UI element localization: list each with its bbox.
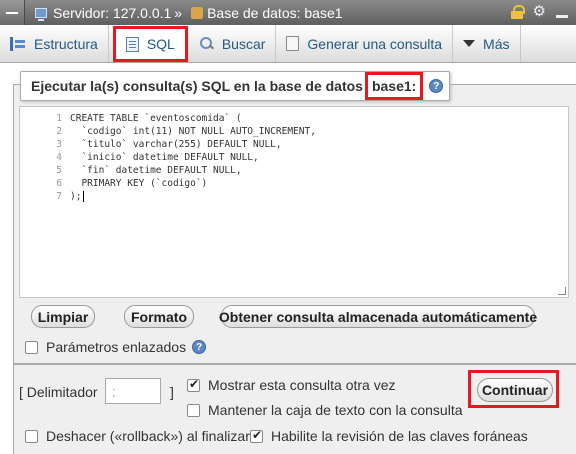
rollback-checkbox[interactable] [25, 429, 38, 443]
help-icon[interactable]: ? [192, 340, 207, 354]
line-code: `codigo` int(11) NOT NULL AUTO_INCREMENT… [70, 126, 316, 137]
rollback-option[interactable]: Deshacer («rollback») al finalizar [25, 428, 250, 444]
query-icon [286, 36, 300, 51]
keep-box-checkbox[interactable] [187, 403, 200, 417]
rollback-label: Deshacer («rollback») al finalizar [46, 428, 250, 444]
bind-parameters-option[interactable]: Parámetros enlazados ? [25, 339, 207, 355]
sql-editor[interactable]: 1 CREATE TABLE `eventoscomida` ( 2 `codigo… [19, 106, 569, 298]
search-icon [199, 36, 214, 51]
text-cursor [83, 191, 84, 202]
foreign-keys-option[interactable]: Habilite la revisión de las claves forán… [250, 428, 528, 444]
chevron-down-icon [463, 40, 476, 47]
legend-database-name: base1: [364, 72, 424, 100]
tab-more-label: Más [483, 35, 510, 52]
tab-sql[interactable]: SQL [112, 26, 188, 62]
lock-icon[interactable] [510, 4, 525, 19]
show-query-option[interactable]: Mostrar esta consulta otra vez [187, 377, 396, 393]
breadcrumb-server-link[interactable]: Servidor: 127.0.0.1 [35, 5, 171, 21]
bind-parameters-label: Parámetros enlazados [46, 339, 187, 355]
tab-structure-label: Estructura [34, 35, 98, 52]
delimiter-input[interactable]: ; [105, 378, 161, 404]
line-number: 5 [56, 165, 62, 176]
clear-button[interactable]: Limpiar [31, 305, 95, 328]
tab-search-label: Buscar [221, 35, 266, 52]
tab-more[interactable]: Más [453, 25, 521, 62]
breadcrumb-database-label: Base de datos: base1 [207, 4, 343, 21]
line-code: CREATE TABLE `eventoscomida` ( [70, 113, 242, 124]
line-number: 4 [56, 152, 62, 163]
tab-query-label: Generar una consulta [307, 35, 443, 52]
line-code: `titulo` varchar(255) DEFAULT NULL, [70, 139, 282, 150]
delimiter-label-open: [ Delimitador [19, 384, 98, 400]
line-number: 6 [56, 178, 62, 189]
sql-icon [125, 36, 139, 52]
server-icon [35, 7, 47, 21]
foreign-keys-checkbox[interactable] [250, 428, 263, 443]
minimize-icon[interactable] [556, 6, 568, 18]
tab-query[interactable]: Generar una consulta [276, 25, 454, 62]
bind-parameters-checkbox[interactable] [25, 340, 38, 354]
breadcrumb-separator: » [174, 4, 183, 21]
breadcrumb-server-label: Servidor: 127.0.0.1 [53, 4, 172, 21]
line-code: `inicio` datetime DEFAULT NULL, [70, 152, 259, 163]
database-icon [191, 6, 204, 19]
tab-sql-label: SQL [146, 36, 175, 52]
line-number: 7 [56, 191, 62, 202]
line-code: PRIMARY KEY (`codigo`) [70, 178, 208, 189]
line-code: `fin` datetime DEFAULT NULL, [70, 165, 242, 176]
foreign-keys-label: Habilite la revisión de las claves forán… [271, 428, 528, 444]
get-bookmark-button[interactable]: Obtener consulta almacenada automáticame… [219, 305, 537, 328]
legend-text: Ejecutar la(s) consulta(s) SQL en la bas… [31, 78, 363, 94]
keep-box-label: Mantener la caja de texto con la consult… [208, 402, 463, 418]
breadcrumb: Servidor: 127.0.0.1 » Base de datos: bas… [0, 0, 576, 25]
line-number: 3 [56, 139, 62, 150]
gear-icon[interactable]: ⚙ [533, 4, 546, 19]
tab-search[interactable]: Buscar [190, 25, 277, 62]
top-tabs: Estructura SQL Buscar Generar una consul… [0, 25, 576, 63]
breadcrumb-database-link[interactable]: Base de datos: base1 [185, 4, 343, 21]
line-number: 2 [56, 126, 62, 137]
sql-panel-legend: Ejecutar la(s) consulta(s) SQL en la bas… [20, 71, 451, 101]
resize-handle[interactable] [558, 287, 566, 295]
format-button[interactable]: Formato [124, 305, 194, 328]
tab-structure[interactable]: Estructura [0, 25, 109, 62]
delimiter-label-close: ] [170, 384, 174, 400]
help-icon[interactable]: ? [429, 79, 444, 93]
line-code: ); [70, 191, 82, 202]
keep-box-option[interactable]: Mantener la caja de texto con la consult… [187, 402, 463, 418]
show-query-label: Mostrar esta consulta otra vez [208, 377, 396, 393]
continue-button[interactable]: Continuar [477, 378, 553, 402]
collapse-navigation-button[interactable] [0, 0, 25, 25]
structure-icon [10, 36, 26, 51]
show-query-checkbox[interactable] [187, 377, 200, 392]
line-number: 1 [56, 113, 62, 124]
